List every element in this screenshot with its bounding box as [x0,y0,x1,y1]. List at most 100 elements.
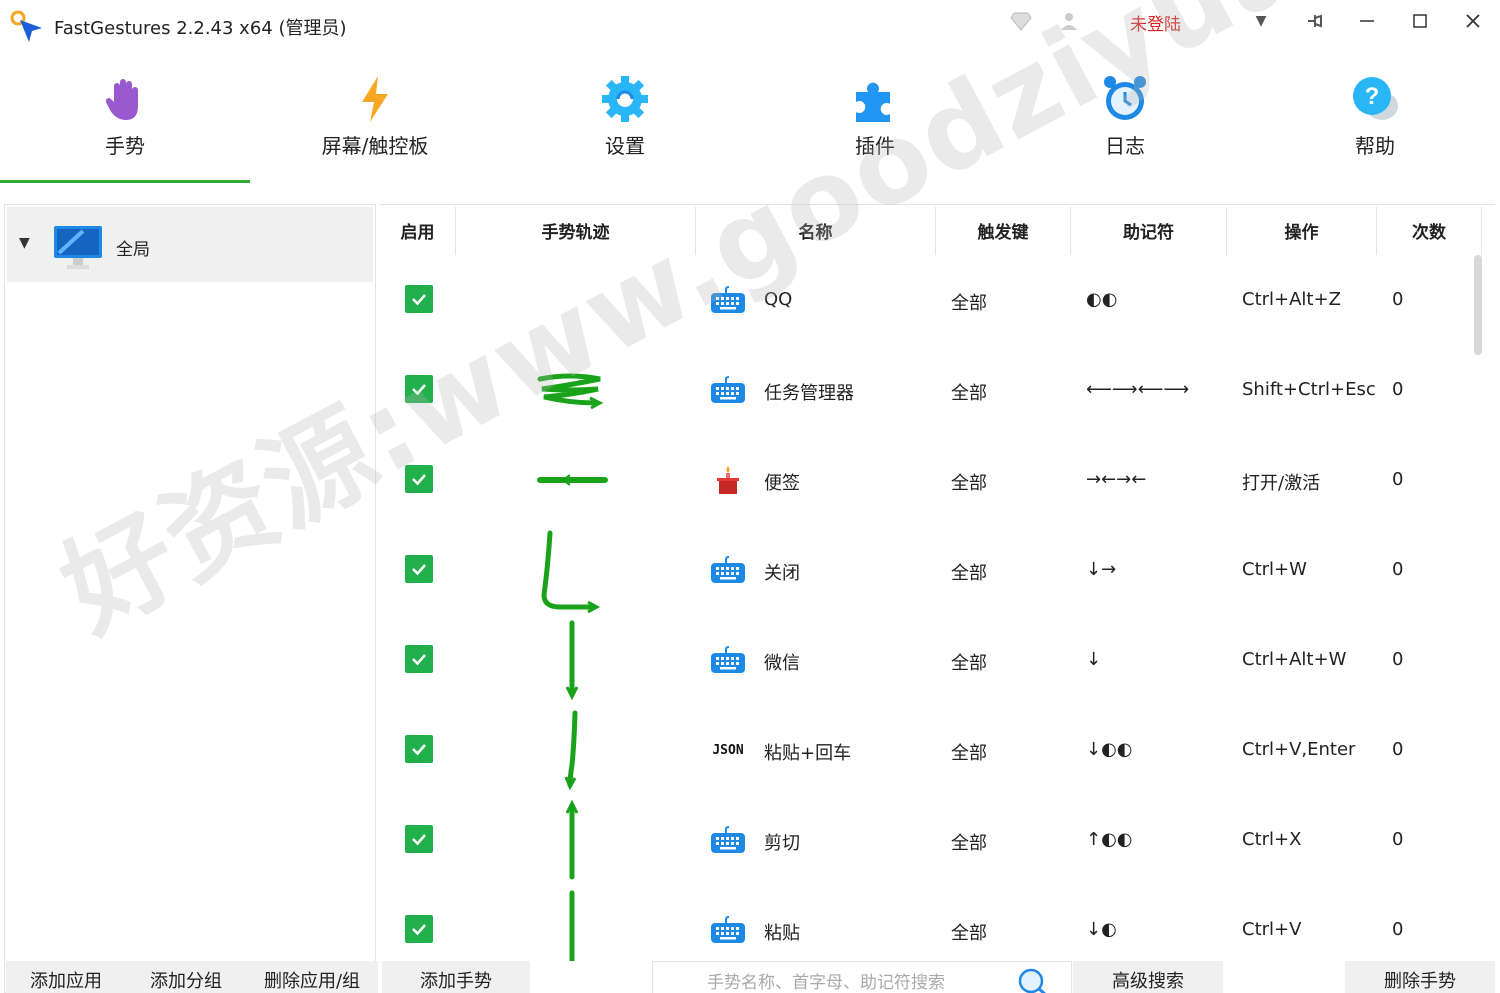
action: Ctrl+V,Enter [1242,739,1356,760]
enable-checkbox[interactable] [405,555,433,583]
dropdown-icon[interactable]: ▼ [1246,6,1276,36]
enable-checkbox[interactable] [405,285,433,313]
table-row[interactable]: 剪切 全部 ↑◐◐ Ctrl+X 0 [380,795,1480,885]
column-divider [1481,207,1482,255]
trigger-key: 全部 [951,743,987,764]
use-count: 0 [1392,919,1404,940]
keyboard-icon [710,915,746,945]
trigger-key: 全部 [951,383,987,404]
use-count: 0 [1392,829,1404,850]
column-header-trigger[interactable]: 触发键 [936,205,1070,255]
user-icon[interactable] [1054,6,1084,36]
search-icon[interactable] [1017,966,1051,993]
add-app-button[interactable]: 添加应用 [6,961,126,993]
trigger-key: 全部 [951,653,987,674]
search-input[interactable] [653,962,1013,993]
keyboard-icon [710,645,746,675]
table-row[interactable]: 任务管理器 全部 ⟵⟶⟵⟶ Shift+Ctrl+Esc 0 [380,345,1480,435]
pin-icon[interactable] [1300,6,1330,36]
table-row[interactable]: 关闭 全部 ↓→ Ctrl+W 0 [380,525,1480,615]
mnemonic: ↓◐ [1086,919,1117,940]
gesture-trail-down-partial [569,890,575,961]
table-row[interactable]: QQ 全部 ◐◐ Ctrl+Alt+Z 0 [380,255,1480,345]
use-count: 0 [1392,469,1404,490]
use-count: 0 [1392,649,1404,670]
table-row[interactable]: 便签 全部 →←→← 打开/激活 0 [380,435,1480,525]
tab-label: 设置 [605,134,645,158]
delete-gesture-button[interactable]: 删除手势 [1345,961,1495,993]
column-header-enabled[interactable]: 启用 [380,205,455,255]
keyboard-icon [710,555,746,585]
action: Ctrl+Alt+Z [1242,289,1341,310]
mnemonic: ↑◐◐ [1086,829,1133,850]
monitor-icon [54,226,102,269]
tab-gestures[interactable]: 手势 [0,60,250,182]
column-header-action[interactable]: 操作 [1227,205,1376,255]
trigger-key: 全部 [951,563,987,584]
app-tree-panel: ▼ 全局 [4,204,376,993]
keyboard-icon [710,375,746,405]
gesture-name: QQ [764,289,793,310]
add-group-button[interactable]: 添加分组 [126,961,246,993]
mnemonic: ↓◐◐ [1086,739,1133,760]
column-header-name[interactable]: 名称 [696,205,935,255]
sticky-note-icon [710,465,746,495]
tree-item-global[interactable]: ▼ 全局 [7,207,373,282]
maximize-icon[interactable] [1405,6,1435,36]
trigger-key: 全部 [951,473,987,494]
action: 打开/激活 [1242,473,1321,494]
tab-label: 插件 [855,134,895,158]
table-row[interactable]: JSON 粘贴+回车 全部 ↓◐◐ Ctrl+V,Enter 0 [380,705,1480,795]
json-icon-text: JSON [712,742,744,758]
mnemonic: →←→← [1086,469,1147,490]
action: Ctrl+X [1242,829,1302,850]
delete-app-group-button[interactable]: 删除应用/组 [246,961,378,993]
action: Ctrl+W [1242,559,1307,580]
svg-text:?: ? [1365,83,1380,110]
enable-checkbox[interactable] [405,915,433,943]
gesture-trail-down [565,620,579,701]
main-nav: 手势 屏幕/触控板 设置 插件 日志 ? 帮助 [0,60,1500,185]
add-gesture-button[interactable]: 添加手势 [382,961,530,993]
use-count: 0 [1392,289,1404,310]
minimize-icon[interactable] [1352,6,1382,36]
advanced-search-button[interactable]: 高级搜索 [1073,961,1223,993]
table-row[interactable]: 粘贴 全部 ↓◐ Ctrl+V 0 [380,885,1480,961]
action: Ctrl+V [1242,919,1302,940]
gesture-trail-down-curve [564,710,578,791]
tab-logs[interactable]: 日志 [1000,60,1250,182]
column-header-mnemonic[interactable]: 助记符 [1071,205,1226,255]
tab-settings[interactable]: 设置 [500,60,750,182]
tab-plugins[interactable]: 插件 [750,60,1000,182]
table-scrollbar[interactable] [1474,255,1482,355]
tab-label: 手势 [105,134,145,158]
enable-checkbox[interactable] [405,735,433,763]
enable-checkbox[interactable] [405,465,433,493]
tab-label: 日志 [1105,134,1145,158]
title-bar: FastGestures 2.2.43 x64 (管理员) 未登陆 ▼ [0,0,1500,50]
table-row[interactable]: 微信 全部 ↓ Ctrl+Alt+W 0 [380,615,1480,705]
mnemonic: ⟵⟶⟵⟶ [1086,379,1190,400]
enable-checkbox[interactable] [405,645,433,673]
diamond-icon[interactable] [1006,6,1036,36]
tab-label: 屏幕/触控板 [321,134,429,158]
gesture-name: 任务管理器 [764,383,854,404]
gesture-trail-up [565,799,579,880]
gesture-name: 微信 [764,653,800,674]
mnemonic: ↓→ [1086,559,1117,580]
tab-screen-touchpad[interactable]: 屏幕/触控板 [250,60,500,182]
tab-help[interactable]: ? 帮助 [1250,60,1500,182]
expand-arrow-icon[interactable]: ▼ [19,235,30,251]
active-tab-indicator [0,180,250,183]
gesture-trail-down-right [541,530,601,614]
login-link[interactable]: 未登陆 [1130,10,1181,35]
close-icon[interactable] [1458,6,1488,36]
trigger-key: 全部 [951,293,987,314]
app-logo-icon [10,10,42,42]
column-header-count[interactable]: 次数 [1377,205,1481,255]
enable-checkbox[interactable] [405,825,433,853]
column-header-gesture[interactable]: 手势轨迹 [456,205,695,255]
gesture-name: 粘贴 [764,923,800,944]
enable-checkbox[interactable] [405,375,433,403]
table-header: 启用 手势轨迹 名称 触发键 助记符 操作 次数 [380,205,1495,255]
